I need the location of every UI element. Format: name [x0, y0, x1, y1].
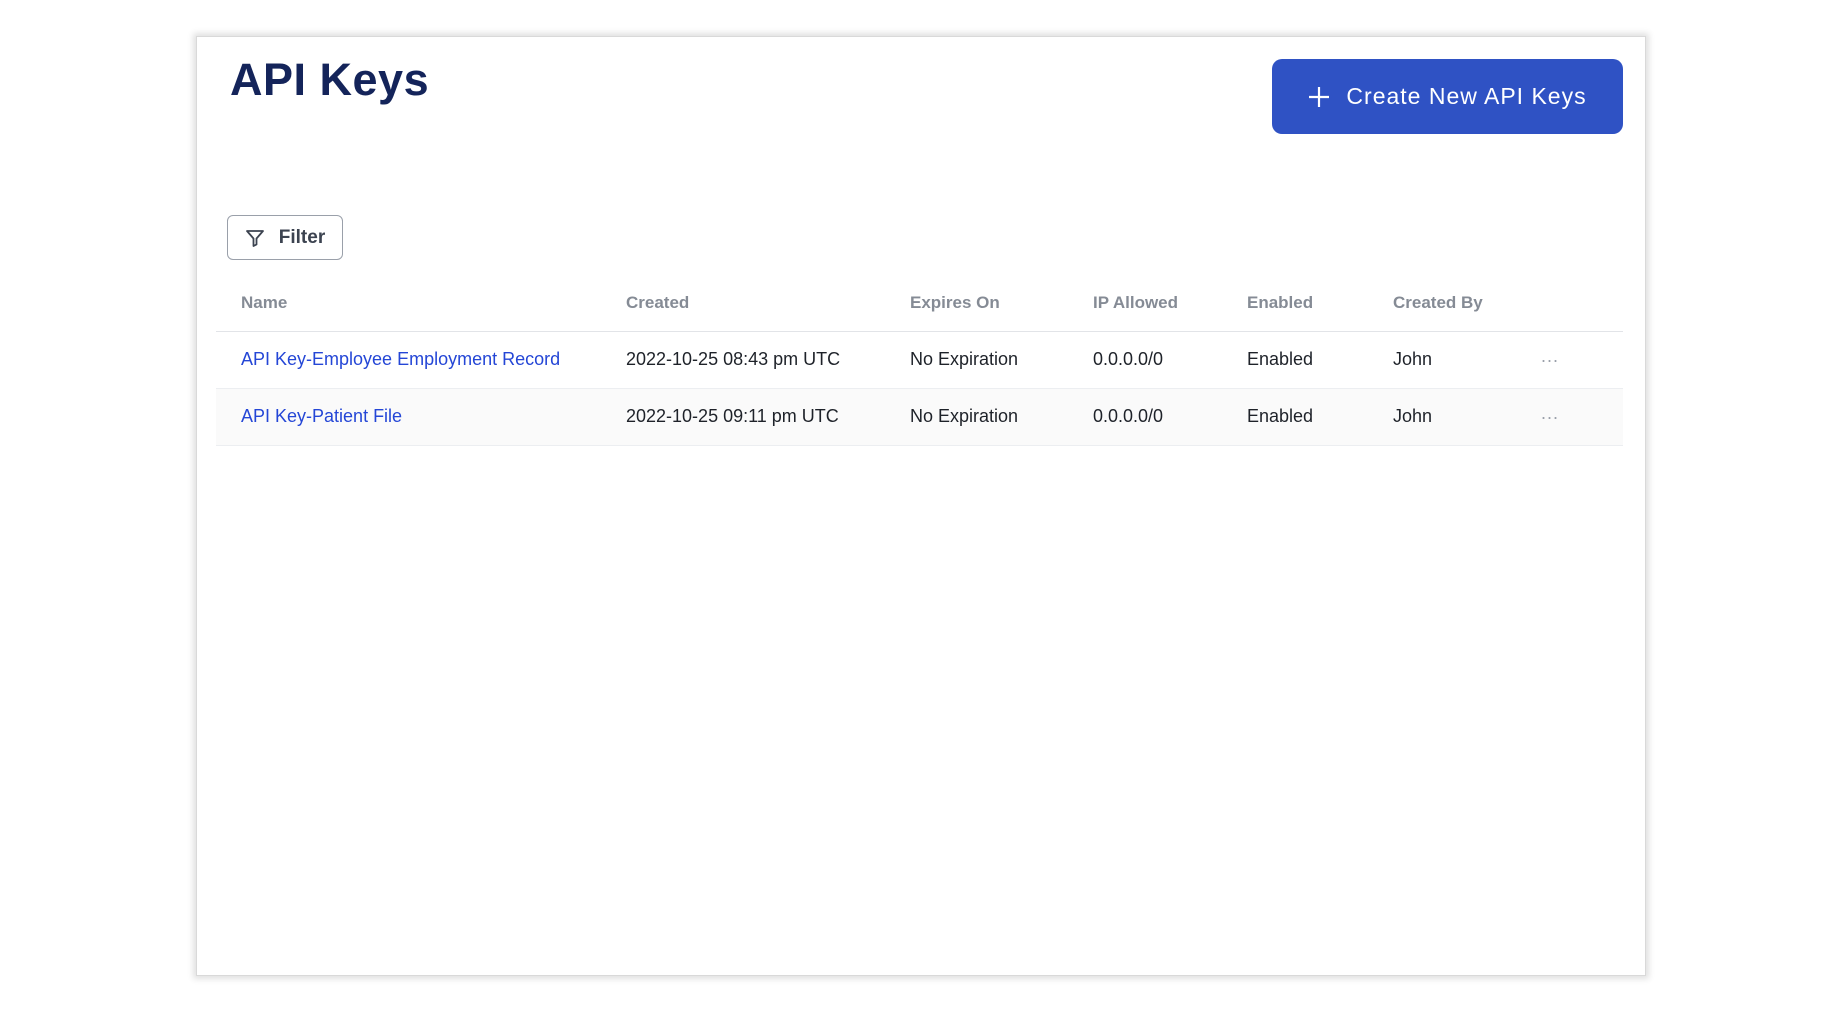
- ip-allowed-cell: 0.0.0.0/0: [1093, 349, 1164, 369]
- table-row: API Key-Patient File 2022-10-25 09:11 pm…: [216, 389, 1623, 446]
- more-horizontal-icon[interactable]: ...: [1541, 346, 1559, 367]
- ip-allowed-cell: 0.0.0.0/0: [1093, 406, 1164, 426]
- api-key-name-link[interactable]: API Key-Patient File: [241, 406, 402, 427]
- api-key-name-link[interactable]: API Key-Employee Employment Record: [241, 349, 560, 370]
- create-api-key-button[interactable]: Create New API Keys: [1272, 59, 1623, 134]
- filter-funnel-icon: [245, 229, 264, 247]
- plus-icon: [1309, 86, 1330, 107]
- created-by-cell: John: [1393, 406, 1433, 426]
- column-header-created[interactable]: Created: [626, 293, 689, 313]
- filter-label: Filter: [278, 226, 326, 248]
- created-cell: 2022-10-25 08:43 pm UTC: [626, 349, 841, 369]
- column-header-enabled[interactable]: Enabled: [1247, 293, 1313, 313]
- filter-button[interactable]: Filter: [227, 215, 343, 260]
- api-keys-panel: API Keys Create New API Keys Filter Name…: [196, 36, 1646, 976]
- created-by-cell: John: [1393, 349, 1433, 369]
- enabled-cell: Enabled: [1247, 406, 1314, 426]
- api-keys-table: Name Created Expires On IP Allowed Enabl…: [216, 277, 1623, 446]
- column-header-ip-allowed[interactable]: IP Allowed: [1093, 293, 1178, 313]
- page-title: API Keys: [230, 54, 430, 105]
- create-button-label: Create New API Keys: [1346, 83, 1587, 109]
- expires-on-cell: No Expiration: [910, 406, 1019, 426]
- expires-on-cell: No Expiration: [910, 349, 1019, 369]
- enabled-cell: Enabled: [1247, 349, 1314, 369]
- column-header-created-by[interactable]: Created By: [1393, 293, 1483, 313]
- column-header-expires-on[interactable]: Expires On: [910, 293, 1000, 313]
- table-header: Name Created Expires On IP Allowed Enabl…: [216, 277, 1623, 332]
- table-row: API Key-Employee Employment Record 2022-…: [216, 332, 1623, 389]
- created-cell: 2022-10-25 09:11 pm UTC: [626, 406, 839, 426]
- column-header-name[interactable]: Name: [241, 293, 287, 313]
- more-horizontal-icon[interactable]: ...: [1541, 403, 1559, 424]
